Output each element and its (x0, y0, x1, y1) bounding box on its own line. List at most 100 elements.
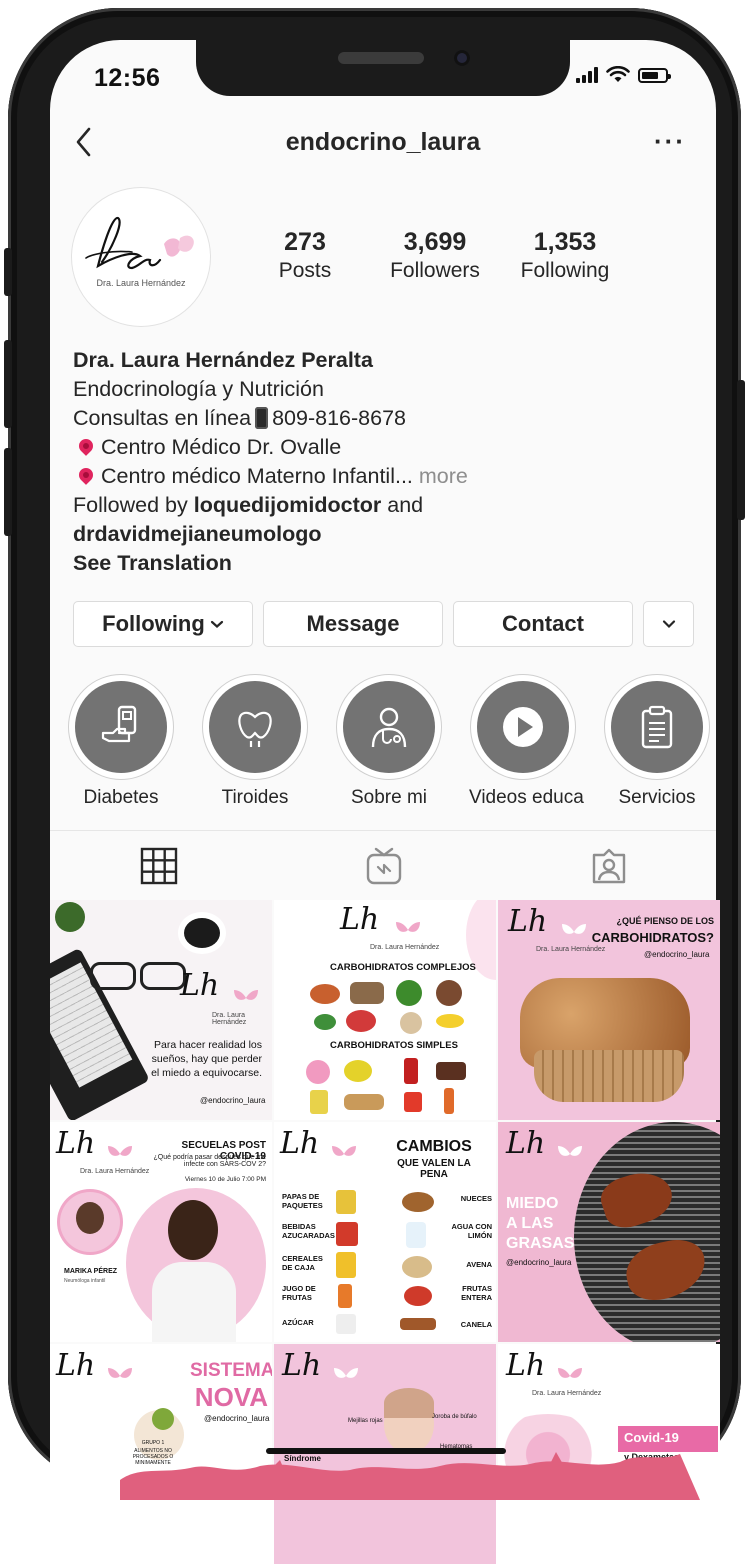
stat-following-label: Following (520, 259, 610, 282)
signature-logo (85, 216, 194, 270)
post-heading: SISTEMA (190, 1360, 272, 1381)
stat-posts-label: Posts (278, 259, 332, 282)
glasses-image (90, 962, 136, 990)
avatar-caption: Dra. Laura Hernández (96, 278, 186, 288)
battery-icon (638, 68, 671, 83)
highlight-label: Videos educa (469, 787, 584, 808)
post-heading: NOVA (194, 1382, 268, 1412)
igtv-icon[interactable] (366, 847, 402, 885)
grid-icon[interactable] (140, 847, 178, 885)
highlight-ring (604, 674, 710, 780)
suggested-accounts-button[interactable] (643, 601, 694, 647)
status-time: 12:56 (94, 64, 161, 92)
volume-up-button (4, 340, 12, 428)
highlight-label: Sobre mi (350, 787, 428, 808)
message-button-label: Message (306, 611, 400, 636)
stat-posts[interactable]: 273 Posts (240, 228, 370, 286)
signal-icon (576, 67, 598, 83)
post-tile[interactable]: Lh Dra. Laura Hernández ¿QUÉ PIENSO DE L… (498, 900, 720, 1120)
bow-logo (108, 1146, 132, 1156)
post-heading: CARBOHIDRATOS SIMPLES (330, 1040, 458, 1051)
volume-down-button (4, 448, 12, 536)
chevron-down-icon (662, 620, 675, 629)
bio-location1-text: Centro Médico Dr. Ovalle (101, 435, 342, 459)
wifi-icon (606, 66, 630, 82)
highlight-label: Tiroides (221, 787, 289, 808)
see-translation-link[interactable]: See Translation (73, 551, 232, 575)
bio-consults-text: Consultas en línea (73, 406, 252, 430)
bow-logo (396, 922, 420, 932)
stat-posts-value: 273 (284, 228, 326, 256)
highlight-label: Diabetes (83, 787, 159, 808)
highlight-ring (470, 674, 576, 780)
highlight-ring (202, 674, 308, 780)
basket-image (534, 1050, 684, 1102)
power-button (737, 380, 745, 520)
bow-logo (332, 1146, 356, 1156)
front-camera (454, 50, 470, 66)
highlight-label: Servicios (618, 787, 696, 808)
bio-followed-by: Followed by loquedijomidoctor and (73, 491, 673, 520)
stat-following[interactable]: 1,353 Following (500, 228, 630, 286)
followed-by-user2[interactable]: drdavidmejianeumologo (73, 522, 321, 546)
bio-phone-number[interactable]: 809-816-8678 (272, 406, 406, 430)
profile-avatar[interactable]: Dra. Laura Hernández (72, 188, 210, 326)
profile-username: endocrino_laura (285, 128, 481, 156)
stat-followers[interactable]: 3,699 Followers (370, 228, 500, 286)
profile-tabs (50, 830, 716, 901)
highlight-servicios[interactable]: Servicios (603, 674, 711, 809)
bio-line-location2: Centro médico Materno Infantil... more (73, 462, 673, 491)
bio-name: Dra. Laura Hernández Peralta (73, 348, 373, 372)
play-icon (503, 707, 543, 747)
followed-by-and: and (387, 493, 424, 517)
tagged-icon[interactable] (590, 847, 628, 885)
highlight-ring (68, 674, 174, 780)
bio-line-specialty: Endocrinología y Nutrición (73, 377, 324, 401)
highlight-sobre-mi[interactable]: Sobre mi (335, 674, 443, 809)
post-tile[interactable]: Lh MIEDO A LAS GRASAS @endocrino_laura (498, 1122, 720, 1342)
bow-logo (334, 1368, 358, 1378)
bow-logo (108, 1368, 132, 1378)
post-heading: QUE VALEN LA PENA (397, 1158, 471, 1180)
bow-logo (558, 1146, 582, 1156)
post-quote: Para hacer realidad los sueños, hay que … (151, 1039, 262, 1079)
post-heading: CARBOHIDRATOS COMPLEJOS (330, 962, 476, 973)
thyroid-icon (238, 711, 272, 747)
highlight-ring (336, 674, 442, 780)
post-heading: CAMBIOS (396, 1138, 472, 1155)
location-pin-icon (76, 465, 96, 485)
message-button[interactable]: Message (263, 601, 443, 647)
post-tile[interactable]: Lh CAMBIOS QUE VALEN LA PENA PAPAS DE PA… (274, 1122, 496, 1342)
notch (196, 40, 570, 96)
bow-logo (234, 990, 258, 1000)
post-tile[interactable]: Lh Dra. Laura Hernández Para hacer reali… (50, 900, 272, 1120)
bio-line-location1: Centro Médico Dr. Ovalle (73, 433, 673, 462)
bow-logo (558, 1368, 582, 1378)
followed-by-prefix: Followed by (73, 493, 188, 517)
bio-line-consults: Consultas en línea 809-816-8678 (73, 404, 673, 433)
highlight-videos-educa[interactable]: Videos educa (469, 674, 584, 809)
post-tile[interactable]: Lh Dra. Laura Hernández SECUELAS POST CO… (50, 1122, 272, 1342)
bio-more-link[interactable]: more (419, 464, 468, 488)
glucometer-icon (101, 705, 137, 743)
post-tile[interactable]: Lh Dra. Laura Hernández CARBOHIDRATOS CO… (274, 900, 496, 1120)
following-button[interactable]: Following (73, 601, 253, 647)
followed-by-user1[interactable]: loquedijomidoctor (194, 493, 382, 517)
highlight-tiroides[interactable]: Tiroides (201, 674, 309, 809)
chevron-down-icon (210, 620, 223, 628)
stat-followers-label: Followers (390, 259, 480, 282)
clipboard-icon (641, 705, 673, 749)
contact-button-label: Contact (502, 611, 584, 636)
mobile-phone-icon (255, 407, 269, 429)
bio-location2-text: Centro médico Materno Infantil... (101, 464, 413, 488)
status-icons (576, 66, 671, 83)
home-indicator[interactable] (266, 1448, 506, 1454)
profile-bio: Dra. Laura Hernández Peralta Endocrinolo… (73, 346, 673, 578)
grill-image (574, 1122, 720, 1342)
mute-switch (4, 248, 12, 296)
profile-header: endocrino_laura ··· (50, 118, 716, 170)
highlight-diabetes[interactable]: Diabetes (67, 674, 175, 809)
contact-button[interactable]: Contact (453, 601, 633, 647)
more-options-icon[interactable]: ··· (654, 126, 686, 157)
speaker-grille (338, 52, 424, 64)
